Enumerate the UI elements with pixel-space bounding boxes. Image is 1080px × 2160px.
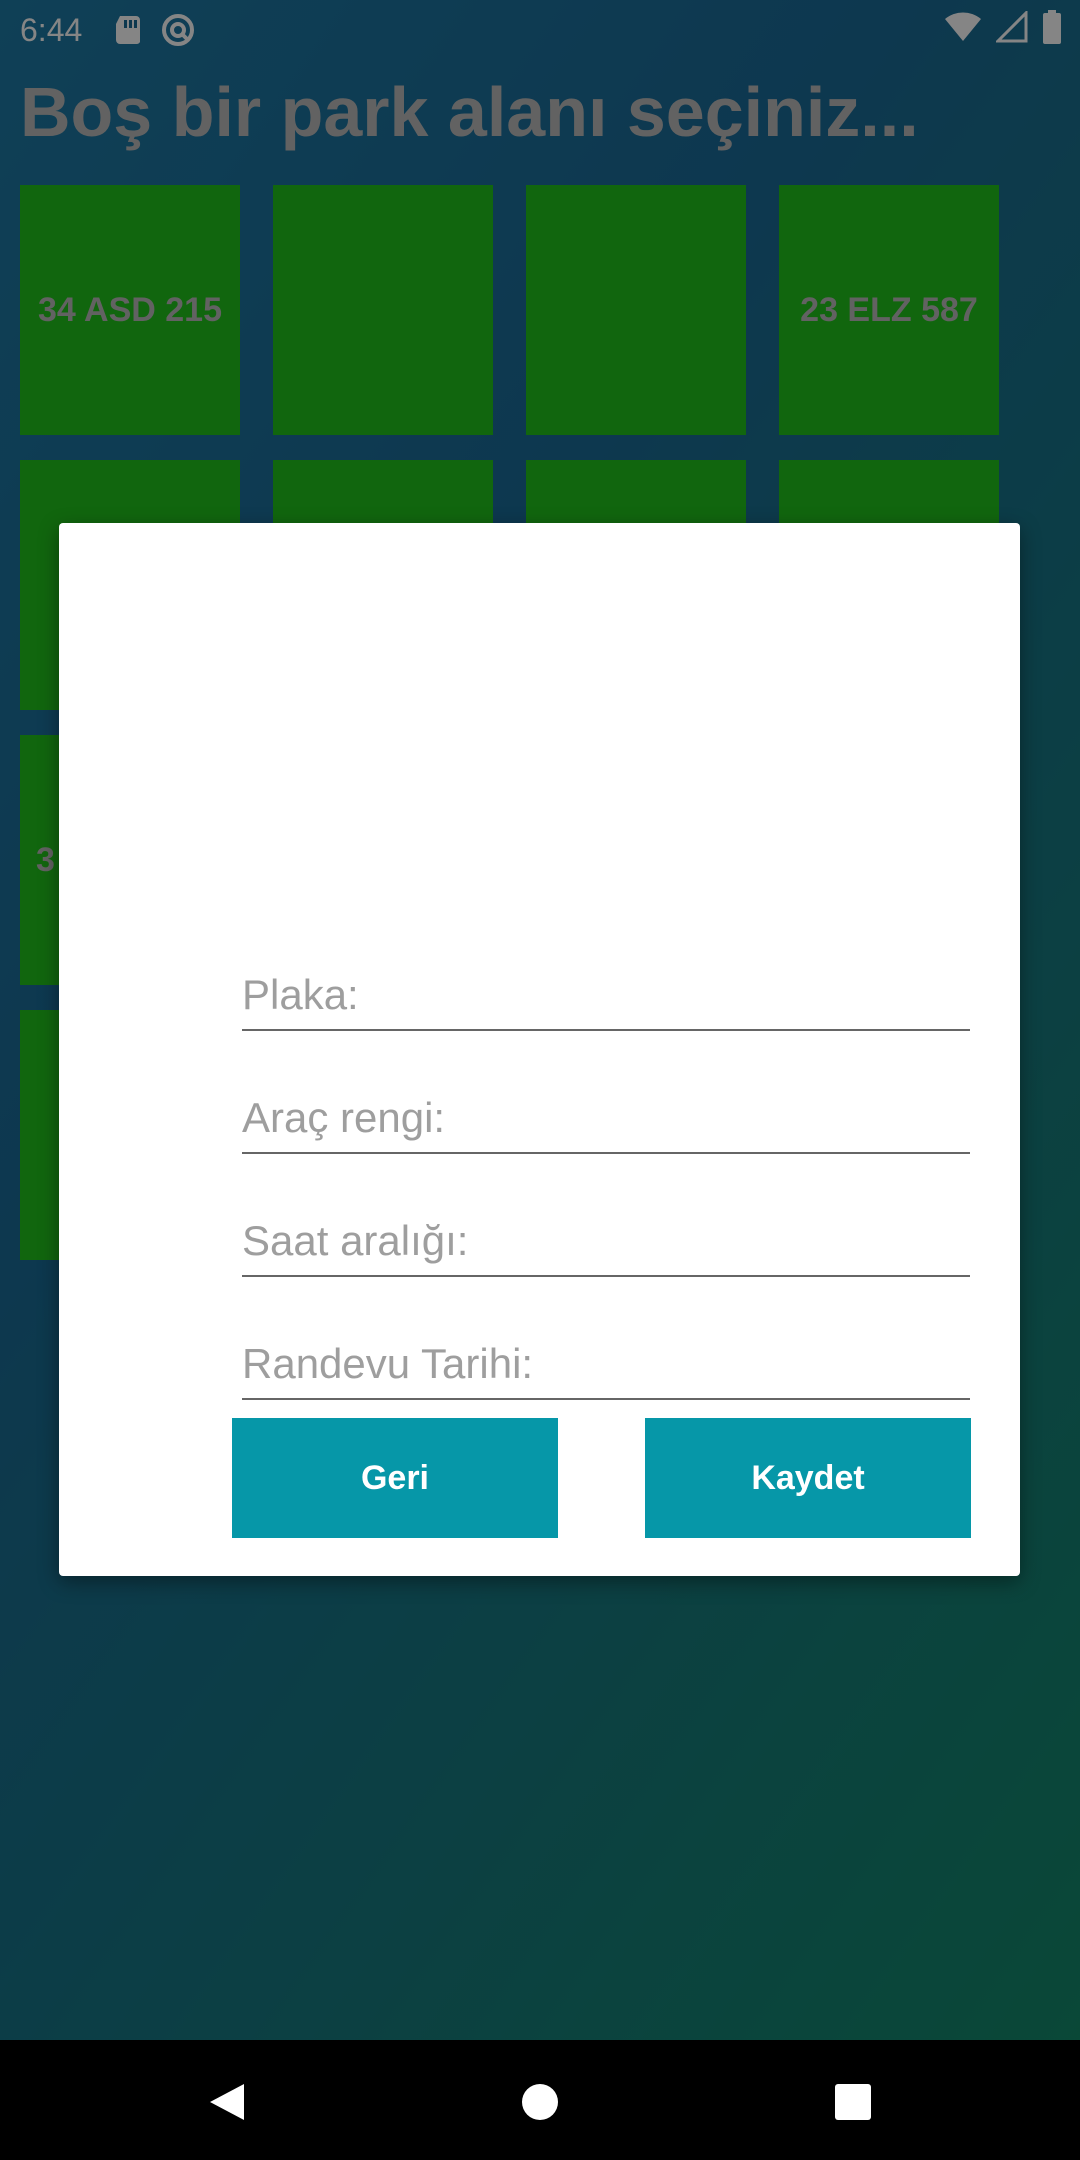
back-icon[interactable] — [204, 2080, 248, 2124]
home-icon[interactable] — [518, 2080, 562, 2124]
navigation-bar — [0, 2040, 1080, 2160]
hours-field-container — [242, 1205, 970, 1277]
recents-icon[interactable] — [831, 2080, 875, 2124]
save-button[interactable]: Kaydet — [645, 1418, 971, 1538]
app-screen: 6:44 Boş bir park alanı seçiniz... 34 AS… — [0, 0, 1080, 2040]
plate-field-container — [242, 959, 970, 1031]
appointment-date-field[interactable] — [242, 1340, 970, 1398]
back-button[interactable]: Geri — [232, 1418, 558, 1538]
time-range-field[interactable] — [242, 1217, 970, 1275]
plate-field[interactable] — [242, 971, 970, 1029]
date-field-container — [242, 1328, 970, 1400]
reservation-dialog: Geri Kaydet — [59, 523, 1020, 1576]
vehicle-color-field[interactable] — [242, 1094, 970, 1152]
color-field-container — [242, 1082, 970, 1154]
